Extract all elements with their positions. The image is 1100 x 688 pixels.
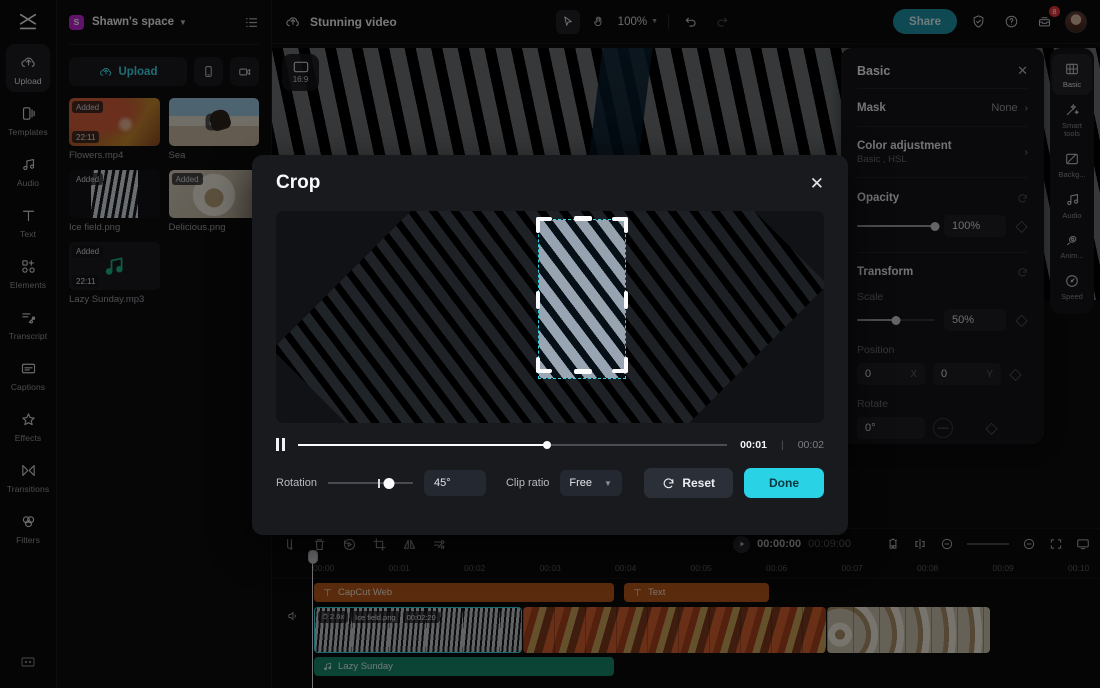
reset-icon xyxy=(662,477,675,490)
crop-handle-tr2[interactable] xyxy=(624,217,628,233)
crop-handle-tl2[interactable] xyxy=(536,217,540,233)
crop-total-time: 00:02 xyxy=(798,439,824,451)
crop-preview[interactable] xyxy=(276,211,824,423)
reset-button[interactable]: Reset xyxy=(644,468,733,498)
clip-ratio-label: Clip ratio xyxy=(506,477,549,489)
crop-handle-r[interactable] xyxy=(624,291,628,309)
done-button[interactable]: Done xyxy=(744,468,824,498)
crop-handle-l[interactable] xyxy=(536,291,540,309)
crop-playback-row: 00:01 | 00:02 xyxy=(252,423,848,451)
rotation-label: Rotation xyxy=(276,477,317,489)
crop-selection-box[interactable] xyxy=(538,219,626,379)
crop-handle-br2[interactable] xyxy=(624,357,628,373)
reset-label: Reset xyxy=(682,476,715,490)
crop-dialog-title: Crop xyxy=(276,172,320,194)
chevron-down-icon: ▼ xyxy=(604,479,612,488)
crop-current-time: 00:01 xyxy=(740,439,767,451)
clip-ratio-value: Free xyxy=(569,477,592,489)
rotation-value: 45° xyxy=(434,477,451,489)
crop-selection-content xyxy=(538,219,626,379)
close-icon[interactable]: ✕ xyxy=(810,175,824,192)
clip-ratio-select[interactable]: Free ▼ xyxy=(560,470,622,496)
crop-controls-row: Rotation 45° Clip ratio Free ▼ Reset xyxy=(252,451,848,498)
crop-dialog-header: Crop ✕ xyxy=(252,155,848,211)
crop-dialog-actions: Reset Done xyxy=(644,468,824,498)
time-separator: | xyxy=(781,439,784,451)
crop-handle-b[interactable] xyxy=(574,369,592,374)
crop-handle-t[interactable] xyxy=(574,216,592,221)
pause-icon[interactable] xyxy=(276,438,285,451)
crop-handle-bl2[interactable] xyxy=(536,357,540,373)
rotation-value-field[interactable]: 45° xyxy=(424,470,486,496)
capcut-editor-window: UploadTemplatesAudioTextElementsTranscri… xyxy=(0,0,1100,688)
crop-dialog: Crop ✕ xyxy=(252,155,848,535)
rotation-slider[interactable] xyxy=(328,476,413,490)
crop-progress-slider[interactable] xyxy=(298,439,727,451)
